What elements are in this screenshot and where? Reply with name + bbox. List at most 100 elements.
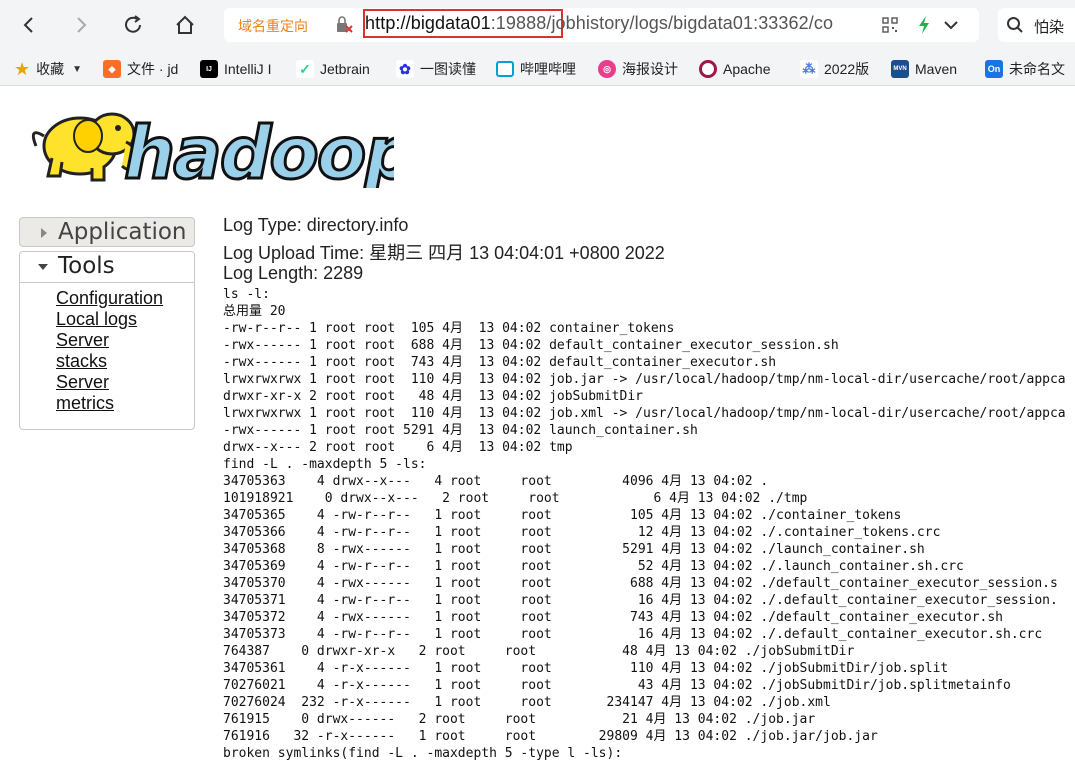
url-text[interactable]: http://bigdata01:19888/jobhistory/logs/b… <box>365 13 833 34</box>
log-line: 761915 0 drwx------ 2 root root 21 4月 13… <box>223 712 816 727</box>
tools-label: Tools <box>58 253 115 279</box>
bookmark-item[interactable]: ◎ 海报设计 <box>598 59 684 79</box>
insecure-lock-icon <box>337 16 353 33</box>
log-line: -rwx------ 1 root root 688 4月 13 04:02 d… <box>223 338 839 353</box>
log-line: 总用量 20 <box>223 304 286 319</box>
log-line: 70276021 4 -r-x------ 1 root root 43 4月 … <box>223 678 1011 693</box>
chevron-down-icon[interactable] <box>943 17 959 33</box>
log-line: 34705365 4 -rw-r--r-- 1 root root 105 4月… <box>223 508 902 523</box>
log-line: drwx--x--- 2 root root 6 4月 13 04:02 tmp <box>223 440 573 455</box>
log-line: 34705371 4 -rw-r--r-- 1 root root 16 4月 … <box>223 593 1058 608</box>
log-line: -rw-r--r-- 1 root root 105 4月 13 04:02 c… <box>223 321 675 336</box>
dropdown-caret-icon: ▼ <box>72 63 83 75</box>
reload-icon <box>125 15 141 33</box>
bookmark-label: 哔哩哔哩 <box>520 61 576 77</box>
log-line: 70276024 232 -r-x------ 1 root root 2341… <box>223 695 831 710</box>
bookmark-label: Maven <box>915 61 958 77</box>
log-line: 34705373 4 -rw-r--r-- 1 root root 16 4月 … <box>223 627 1043 642</box>
forward-arrow-icon <box>77 17 87 33</box>
server-stacks-link[interactable]: stacks <box>56 351 107 372</box>
log-line: 34705368 8 -rwx------ 1 root root 5291 4… <box>223 542 925 557</box>
log-upload-time: Log Upload Time: 星期三 四月 13 04:04:01 +080… <box>223 243 665 263</box>
application-menu[interactable]: Application <box>19 217 195 247</box>
jetbrains-icon: ✓ <box>296 60 314 78</box>
bookmark-label: Apache <box>723 61 771 77</box>
star-icon: ★ <box>14 59 31 79</box>
tools-header[interactable]: Tools <box>20 252 194 283</box>
application-label: Application <box>58 219 187 245</box>
bookmarks-bar: ★ 收藏 ▼ ◆ 文件 · jd IJ IntelliJ I ✓ Jetbrai… <box>0 52 1075 86</box>
baidu-icon: ✿ <box>396 60 414 78</box>
configuration-link[interactable]: Configuration <box>56 288 163 309</box>
expand-arrow-icon <box>41 228 47 238</box>
log-line: lrwxrwxrwx 1 root root 110 4月 13 04:02 j… <box>223 406 1066 421</box>
bookmark-item[interactable]: ⁂ 2022版 <box>800 59 874 79</box>
reload-button[interactable] <box>118 10 148 40</box>
log-line: 34705372 4 -rwx------ 1 root root 743 4月… <box>223 610 1004 625</box>
bookmark-item[interactable]: Apache <box>699 59 779 79</box>
bookmark-label: 收藏 <box>36 61 65 77</box>
svg-text:hadoop: hadoop <box>124 111 394 188</box>
bookmark-item[interactable]: IJ IntelliJ I <box>200 59 282 79</box>
search-icon <box>1007 17 1023 33</box>
bookmark-label: 一图读懂 <box>420 61 476 77</box>
local-logs-link[interactable]: Local logs <box>56 309 137 330</box>
bookmark-label: 文件 · jd <box>127 61 179 77</box>
log-line: lrwxrwxrwx 1 root root 110 4月 13 04:02 j… <box>223 372 1066 387</box>
log-line: -rwx------ 1 root root 743 4月 13 04:02 d… <box>223 355 777 370</box>
log-line: 761916 32 -r-x------ 1 root root 29809 4… <box>223 729 878 744</box>
home-icon <box>176 15 194 34</box>
url-host: http://bigdata01 <box>365 13 491 33</box>
redirect-label: 域名重定向 <box>238 18 308 34</box>
log-line: drwxr-xr-x 2 root root 48 4月 13 04:02 jo… <box>223 389 643 404</box>
log-line: find -L . -maxdepth 5 -ls: <box>223 457 427 472</box>
hadoop-logo[interactable]: hadoop <box>22 96 394 188</box>
bookmark-item[interactable]: ◆ 文件 · jd <box>103 59 183 79</box>
bookmark-favorites[interactable]: ★ 收藏 ▼ <box>14 59 94 79</box>
log-line: 34705366 4 -rw-r--r-- 1 root root 12 4月 … <box>223 525 941 540</box>
browser-toolbar: 域名重定向 http://bigdata01:19888/jobhistory/… <box>0 0 1075 52</box>
log-line: 34705369 4 -rw-r--r-- 1 root root 52 4月 … <box>223 559 964 574</box>
collapse-arrow-icon <box>38 264 48 270</box>
log-length: Log Length: 2289 <box>223 263 364 283</box>
gitlab-icon: ◆ <box>103 60 121 78</box>
bookmark-item[interactable]: 哔哩哔哩 <box>496 59 580 79</box>
log-line: 764387 0 drwxr-xr-x 2 root root 48 4月 13… <box>223 644 855 659</box>
log-line: 34705363 4 drwx--x--- 4 root root 4096 4… <box>223 474 769 489</box>
bookmark-item[interactable]: ✓ Jetbrain <box>296 59 380 79</box>
server-metrics-link[interactable]: metrics <box>56 393 114 414</box>
qr-code-icon[interactable] <box>882 17 898 33</box>
forward-button[interactable] <box>66 10 96 40</box>
server-metrics-link[interactable]: Server <box>56 372 109 393</box>
url-port: :19888 <box>490 13 547 33</box>
on-icon: On <box>985 60 1003 78</box>
url-path: /jobhistory/logs/bigdata01:33362/co <box>546 13 834 33</box>
bookmark-item[interactable]: MVN Maven <box>891 59 967 79</box>
home-button[interactable] <box>170 10 200 40</box>
server-stacks-link[interactable]: Server <box>56 330 109 351</box>
lightning-icon[interactable] <box>916 15 932 35</box>
back-button[interactable] <box>14 10 44 40</box>
back-arrow-icon <box>23 17 33 33</box>
bilibili-icon <box>496 61 514 77</box>
log-line: 34705361 4 -r-x------ 1 root root 110 4月… <box>223 661 949 676</box>
intellij-icon: IJ <box>200 60 218 78</box>
bookmark-item[interactable]: On 未命名文 <box>985 59 1075 79</box>
bookmark-label: 2022版 <box>824 61 870 77</box>
log-line: 101918921 0 drwx--x--- 2 root root 6 4月 … <box>223 491 808 506</box>
address-bar[interactable]: 域名重定向 http://bigdata01:19888/jobhistory/… <box>224 8 979 42</box>
log-type: Log Type: directory.info <box>223 215 409 235</box>
bookmark-label: 未命名文 <box>1009 61 1065 77</box>
poster-icon: ◎ <box>598 60 616 78</box>
apache-icon <box>699 60 717 78</box>
search-box[interactable]: 怕染 <box>998 8 1075 42</box>
log-line: ls -l: <box>223 287 270 302</box>
search-text: 怕染 <box>1034 19 1065 36</box>
bookmark-item[interactable]: ✿ 一图读懂 <box>396 59 482 79</box>
dots-icon: ⁂ <box>800 60 818 78</box>
log-line: -rwx------ 1 root root 5291 4月 13 04:02 … <box>223 423 698 438</box>
bookmark-label: 海报设计 <box>622 61 678 77</box>
bookmark-label: IntelliJ I <box>224 61 272 77</box>
log-line: 34705370 4 -rwx------ 1 root root 688 4月… <box>223 576 1058 591</box>
maven-icon: MVN <box>891 60 909 78</box>
